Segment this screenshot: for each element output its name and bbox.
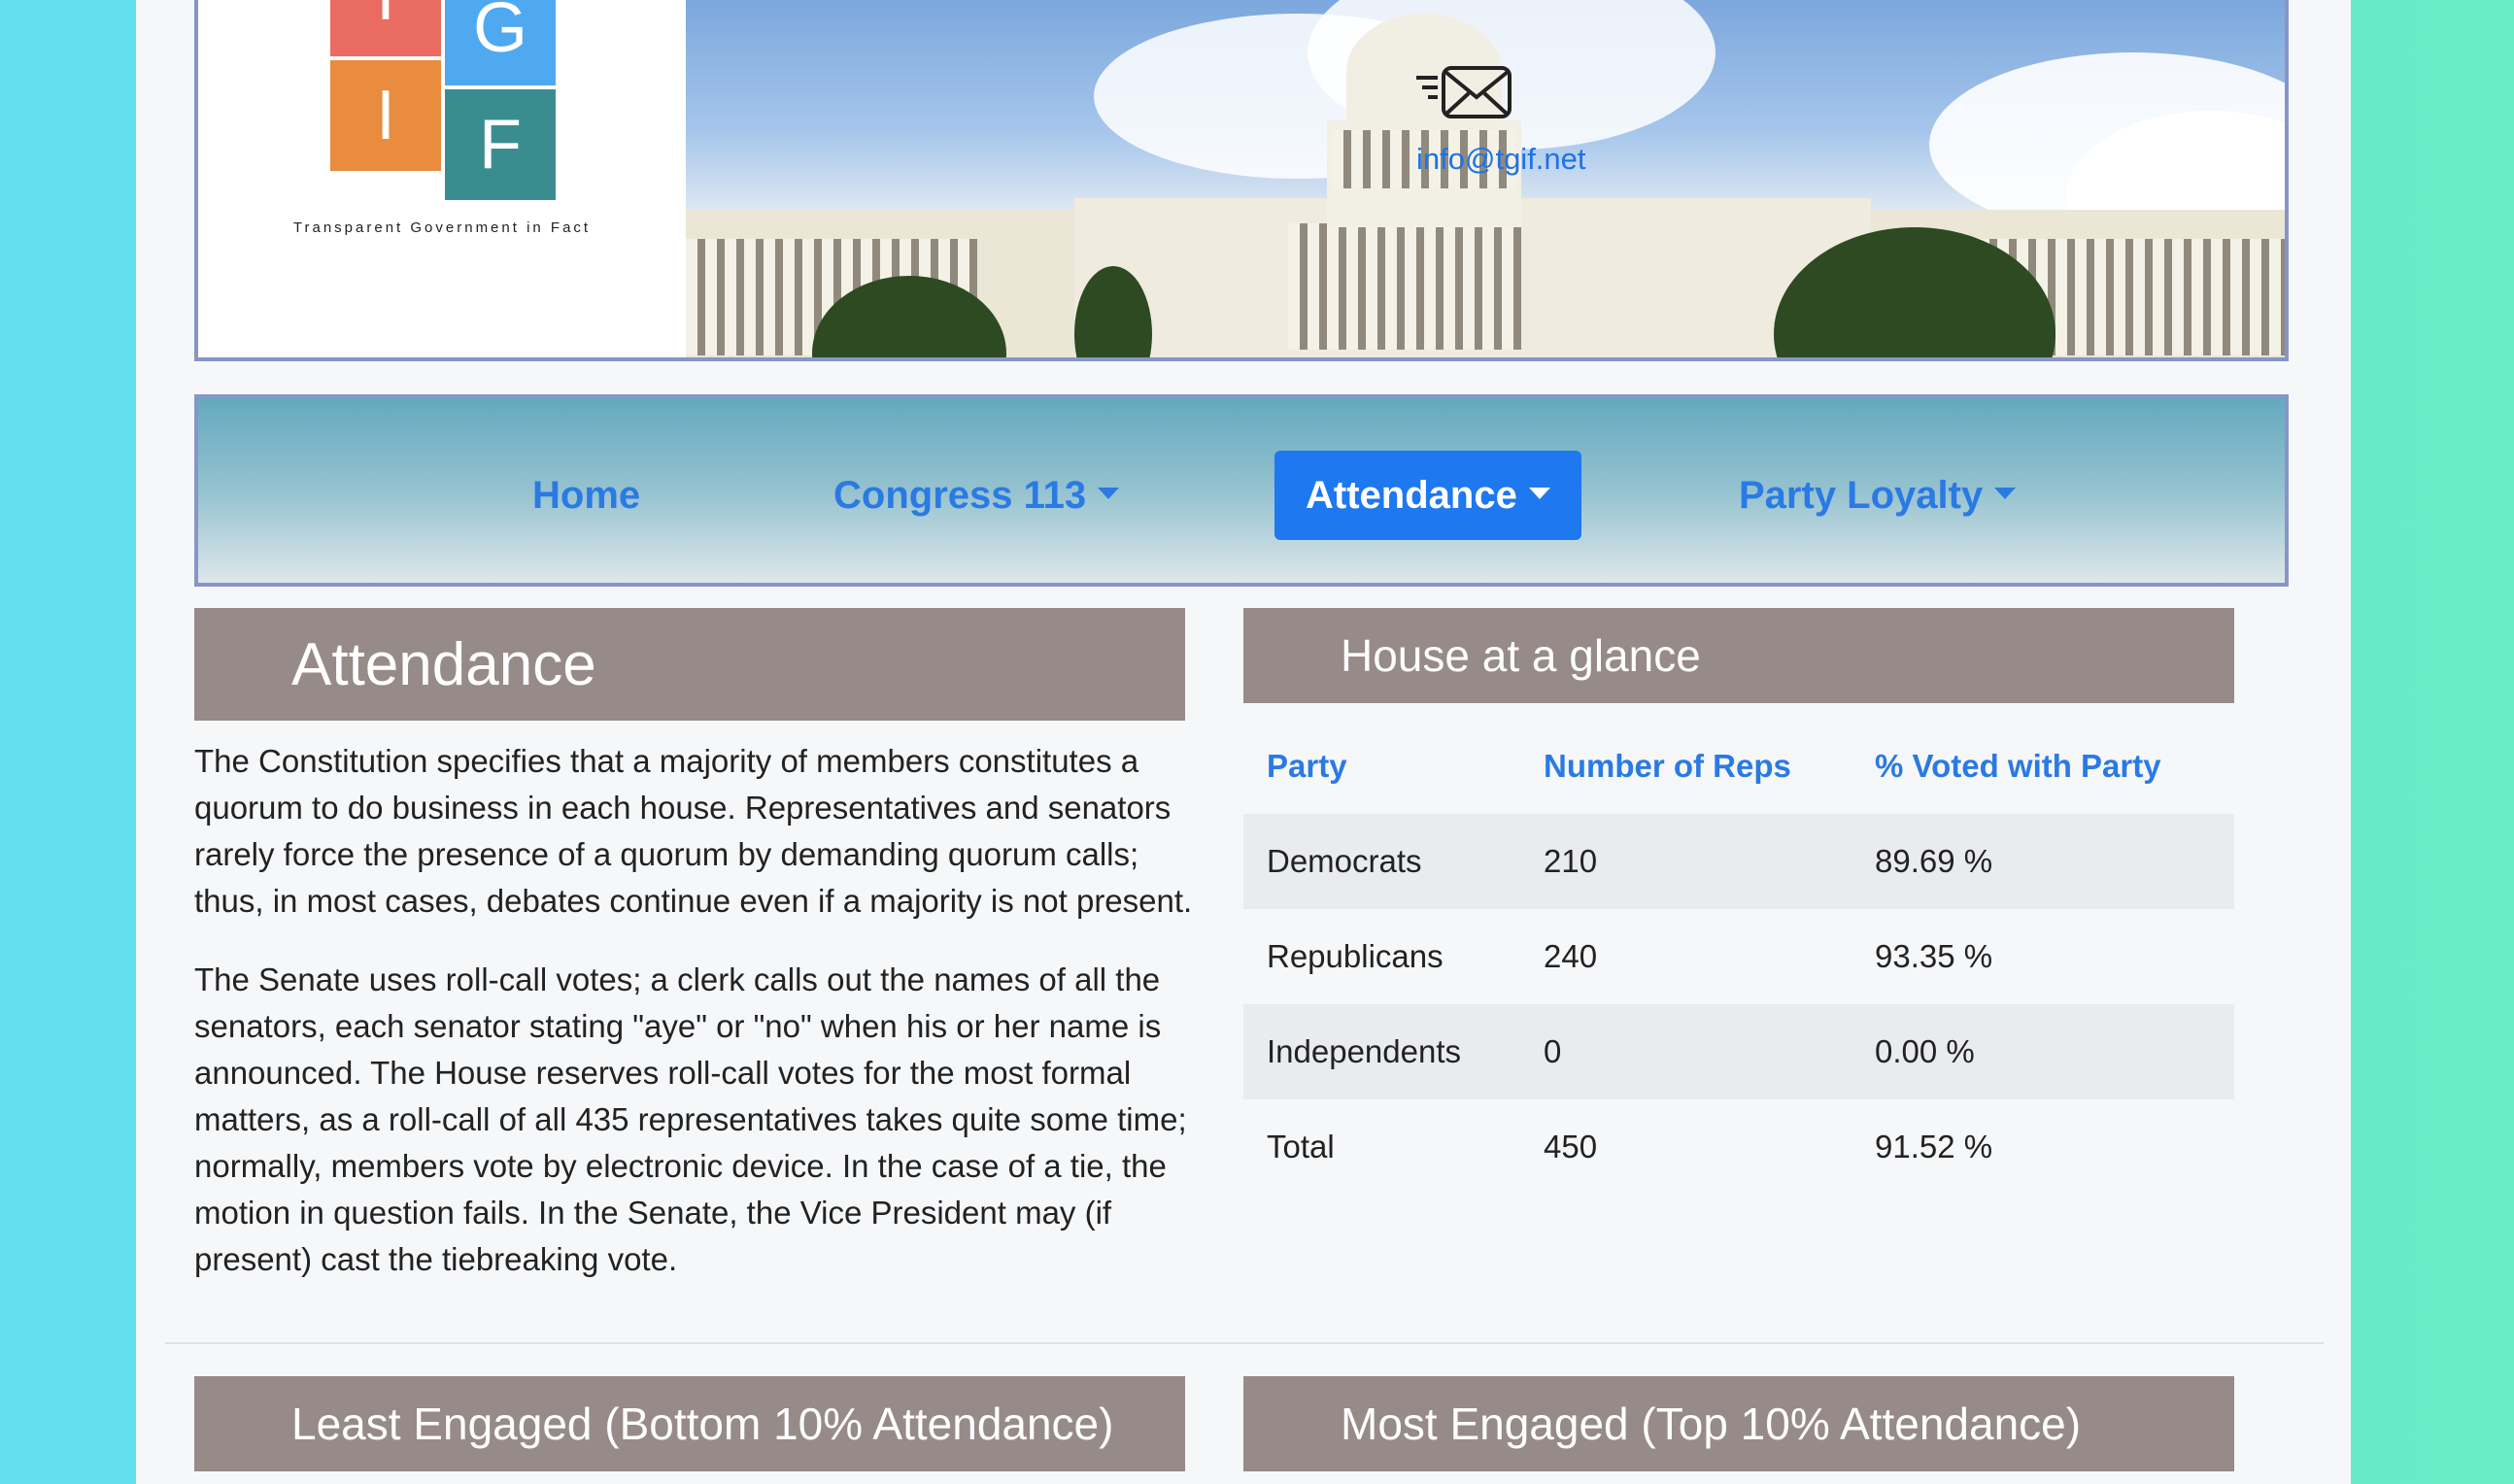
attendance-paragraph-1: The Constitution specifies that a majori… [194,743,1193,919]
glance-header: House at a glance [1243,608,2234,703]
table-cell: Independents [1243,1004,1520,1099]
column-header-party: Party [1267,748,1347,784]
most-engaged-header: Most Engaged (Top 10% Attendance) [1243,1376,2234,1471]
table-cell: 0 [1520,1004,1852,1099]
main-nav: Home Congress 113 Attendance Party Loyal… [194,394,2289,587]
caret-down-icon [1098,488,1120,500]
logo-tile-g: G [445,0,556,85]
nav-home[interactable]: Home [501,451,671,540]
nav-congress-label: Congress 113 [833,474,1087,517]
site-header: T G I F Transparent Government in Fact [194,0,2289,361]
table-cell: Republicans [1267,938,1444,974]
table-cell: 93.35 % [1875,938,1993,974]
table-cell: Democrats [1243,814,1520,909]
table-cell: Total [1267,1129,1335,1164]
caret-down-icon [1994,488,2017,500]
column-header-voted: % Voted with Party [1875,748,2161,784]
table-cell: 210 [1520,814,1852,909]
glance-title: House at a glance [1341,630,1701,681]
least-engaged-title: Least Engaged (Bottom 10% Attendance) [291,1399,1114,1449]
nav-party-loyalty-dropdown[interactable]: Party Loyalty [1708,451,2047,540]
attendance-header: Attendance [194,608,1185,721]
logo-tile-f: F [445,89,556,200]
section-divider [165,1342,2324,1344]
table-header-row: Party Number of Reps % Voted with Party [1243,719,2234,814]
email-link[interactable]: info@tgif.net [1416,142,1586,177]
least-engaged-header: Least Engaged (Bottom 10% Attendance) [194,1376,1185,1471]
table-row: Republicans 240 93.35 % [1243,909,2234,1004]
logo-tile-i: I [330,60,441,171]
table-cell: 0.00 % [1852,1004,2234,1099]
table-cell: 450 [1544,1129,1598,1164]
logo-tagline: Transparent Government in Fact [292,219,592,236]
nav-party-loyalty-label: Party Loyalty [1739,474,1984,517]
table-cell: 240 [1544,938,1598,974]
most-engaged-title: Most Engaged (Top 10% Attendance) [1341,1399,2082,1449]
attendance-paragraph-2: The Senate uses roll-call votes; a clerk… [194,961,1187,1277]
glance-table: Party Number of Reps % Voted with Party … [1243,719,2234,1195]
nav-home-label: Home [532,474,641,517]
caret-down-icon [1528,488,1550,500]
table-row: Democrats 210 89.69 % [1243,814,2234,909]
nav-attendance-dropdown[interactable]: Attendance [1274,451,1581,540]
logo[interactable]: T G I F Transparent Government in Fact [198,0,686,357]
table-cell: 89.69 % [1852,814,2234,909]
capitol-banner-image [686,0,2285,357]
column-header-reps: Number of Reps [1544,748,1791,784]
nav-attendance-label: Attendance [1306,474,1517,517]
attendance-title: Attendance [291,631,596,698]
nav-congress-dropdown[interactable]: Congress 113 [802,451,1150,540]
page-container: T G I F Transparent Government in Fact [136,0,2351,1484]
table-row: Independents 0 0.00 % [1243,1004,2234,1099]
table-row: Total 450 91.52 % [1243,1099,2234,1195]
table-cell: 91.52 % [1875,1129,1993,1164]
logo-tile-t: T [330,0,441,56]
envelope-icon [1416,66,1512,118]
